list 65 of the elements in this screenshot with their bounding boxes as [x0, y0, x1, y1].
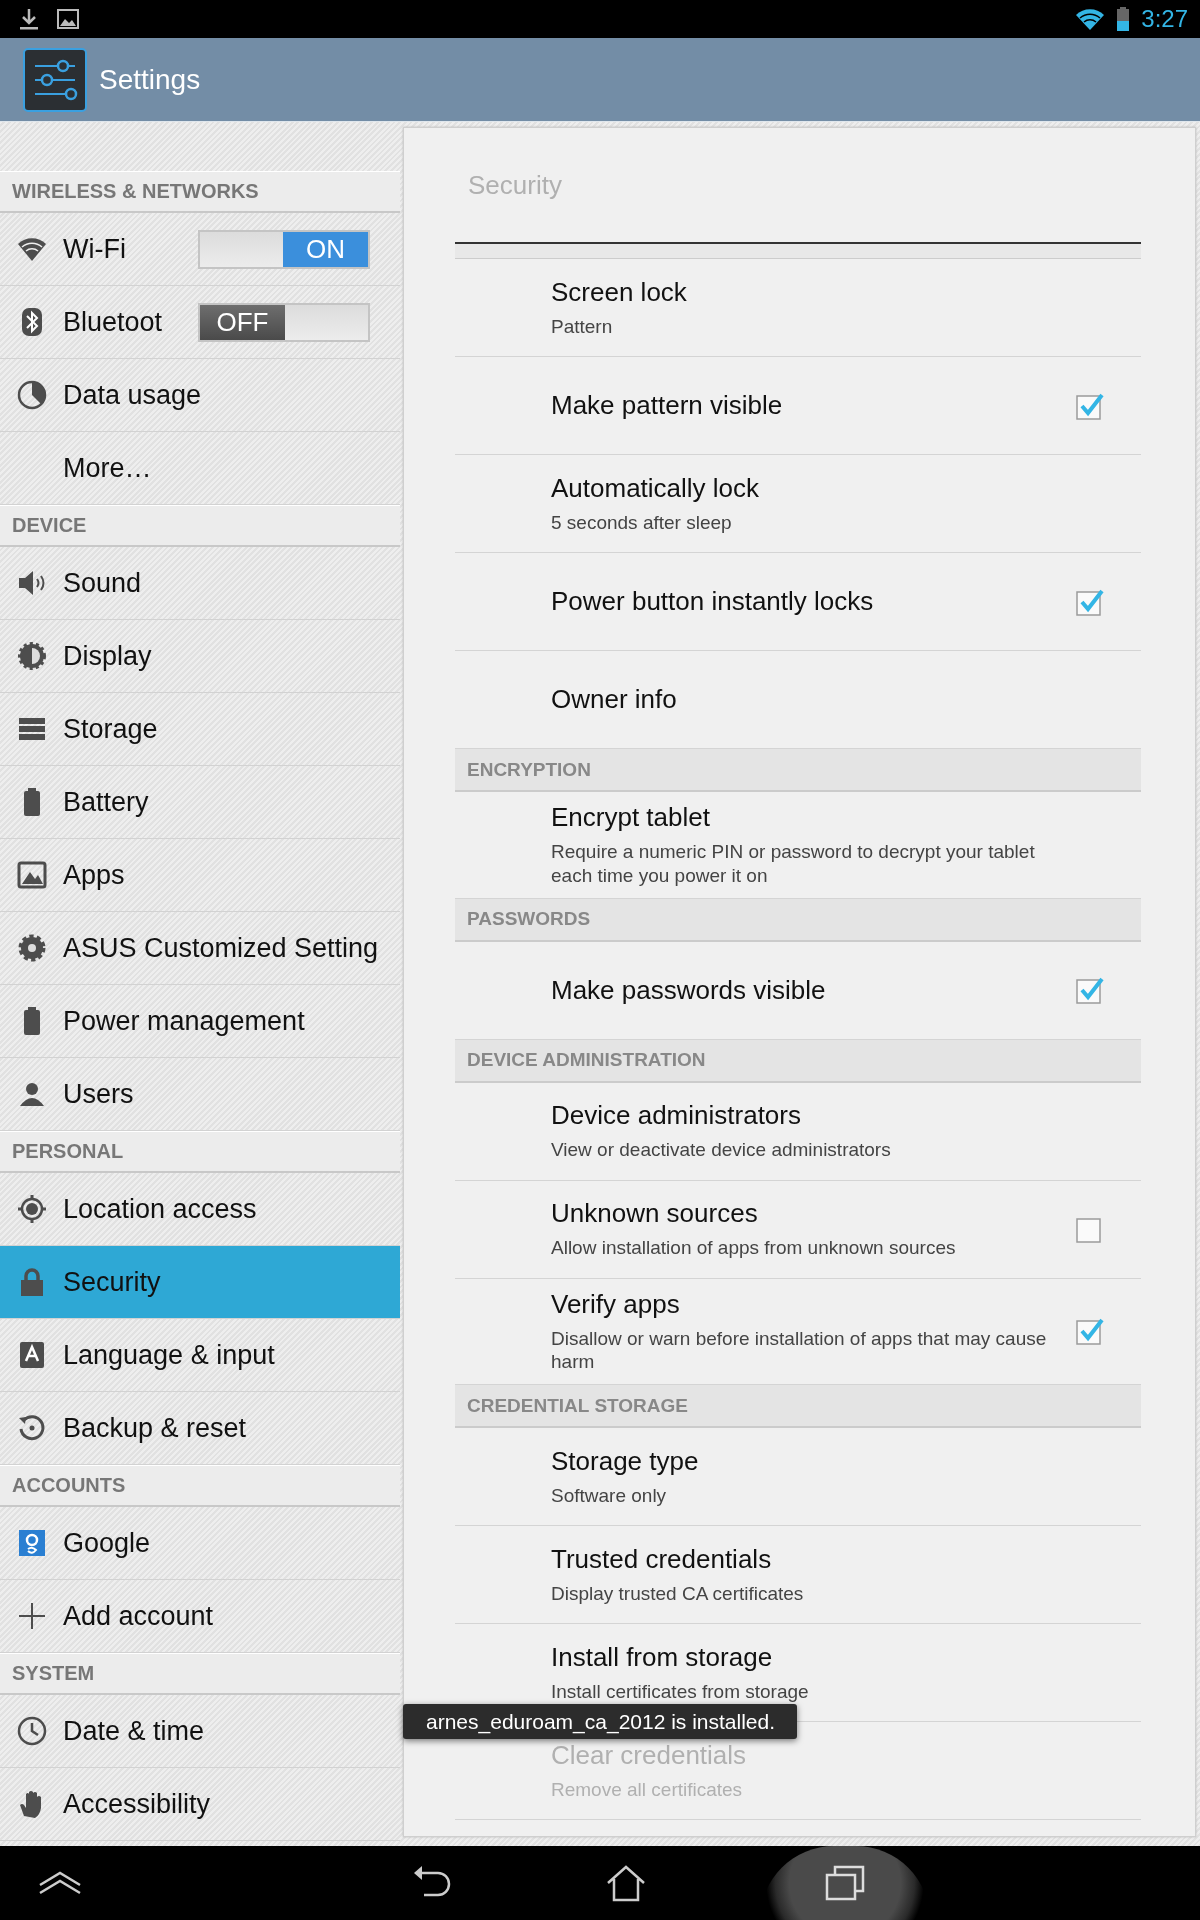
- toggle-switch[interactable]: OFF: [198, 302, 370, 342]
- setting-title[interactable]: Verify apps: [551, 1288, 1071, 1320]
- setting-summary: Remove all certificates: [551, 1777, 744, 1802]
- setting-title[interactable]: Owner info: [551, 684, 1071, 715]
- checkbox[interactable]: [1075, 975, 1105, 1005]
- wifi-signal-icon: [1075, 7, 1106, 31]
- sidebar-item[interactable]: Power management: [0, 985, 400, 1058]
- setting-title[interactable]: Screen lock: [551, 276, 1071, 308]
- section-header: SYSTEM: [0, 1653, 400, 1695]
- setting-summary: Require a numeric PIN or password to decrypt your tablet each time you power it on: [551, 840, 1036, 888]
- location-target-icon: [15, 1193, 48, 1225]
- section-header: DEVICE ADMINISTRATION: [455, 1039, 1141, 1083]
- recent-apps-icon: [823, 1863, 867, 1903]
- setting-summary: Install certificates from storage: [551, 1679, 810, 1704]
- section-header: WIRELESS & NETWORKS: [0, 171, 400, 213]
- setting-title[interactable]: Trusted credentials: [551, 1543, 1071, 1575]
- setting-summary: Disallow or warn before installation of apps that may cause harm: [551, 1326, 1048, 1374]
- sidebar-item[interactable]: Language & input: [0, 1319, 400, 1392]
- setting-title[interactable]: Automatically lock: [551, 472, 1071, 504]
- checkbox[interactable]: [1075, 1316, 1105, 1347]
- download-icon: [18, 7, 40, 31]
- sidebar-item[interactable]: ASUS Customized Setting: [0, 912, 400, 985]
- section-header: ENCRYPTION: [455, 749, 1141, 792]
- picture-frame-icon: [15, 859, 48, 891]
- setting-title[interactable]: Make passwords visible: [551, 974, 1071, 1006]
- section-header: ACCOUNTS: [0, 1465, 400, 1507]
- setting-summary: Allow installation of apps from unknown sources: [551, 1236, 957, 1260]
- battery-icon: [1115, 6, 1132, 32]
- setting-title[interactable]: Power button instantly locks: [551, 586, 1071, 617]
- sidebar-item[interactable]: Display: [0, 620, 400, 693]
- sidebar-item[interactable]: Storage: [0, 693, 400, 766]
- setting-title[interactable]: Device administrators: [551, 1100, 1071, 1132]
- setting-title[interactable]: Encrypt tablet: [551, 802, 1071, 833]
- brightness-icon: [15, 640, 48, 672]
- clock-icon: [15, 1715, 48, 1747]
- sidebar-item[interactable]: Date & time: [0, 1695, 400, 1768]
- sidebar-item[interactable]: Security: [0, 1246, 400, 1319]
- section-header: DEVICE: [0, 505, 400, 547]
- installed-toast: arnes_eduroam_ca_2012 is installed.: [403, 1704, 797, 1739]
- sidebar-item[interactable]: Wi-Fi ON: [0, 213, 400, 286]
- app-title: Settings: [99, 63, 201, 96]
- image-icon: [56, 7, 80, 31]
- section-header: PERSONAL: [0, 1131, 400, 1173]
- sidebar-item[interactable]: Battery: [0, 766, 400, 839]
- setting-summary: View or deactivate device administrators: [551, 1138, 892, 1162]
- section-header: PASSWORDS: [455, 898, 1141, 942]
- setting-summary: Display trusted CA certificates: [551, 1581, 805, 1606]
- setting-title[interactable]: Install from storage: [551, 1641, 1071, 1673]
- sidebar-item[interactable]: Apps: [0, 839, 400, 912]
- setting-title[interactable]: Make pattern visible: [551, 390, 1071, 421]
- setting-summary: Pattern: [551, 314, 614, 339]
- pie-chart-icon: [15, 379, 48, 411]
- sidebar-item[interactable]: Google: [0, 1507, 400, 1580]
- sidebar-item[interactable]: Bluetoot OFF: [0, 286, 400, 359]
- clock-time: 3:27: [1141, 5, 1188, 33]
- sidebar-item[interactable]: Accessibility: [0, 1768, 400, 1841]
- setting-summary: Software only: [551, 1483, 668, 1508]
- setting-title[interactable]: Storage type: [551, 1445, 1071, 1477]
- app-icon[interactable]: [23, 47, 87, 112]
- setting-summary: 5 seconds after sleep: [551, 510, 733, 535]
- setting-title[interactable]: Unknown sources: [551, 1198, 1071, 1230]
- page-title: Security: [467, 169, 563, 202]
- section-header: CREDENTIAL STORAGE: [455, 1385, 1141, 1428]
- sidebar-item[interactable]: Data usage: [0, 359, 400, 432]
- sidebar-item[interactable]: Sound: [0, 547, 400, 620]
